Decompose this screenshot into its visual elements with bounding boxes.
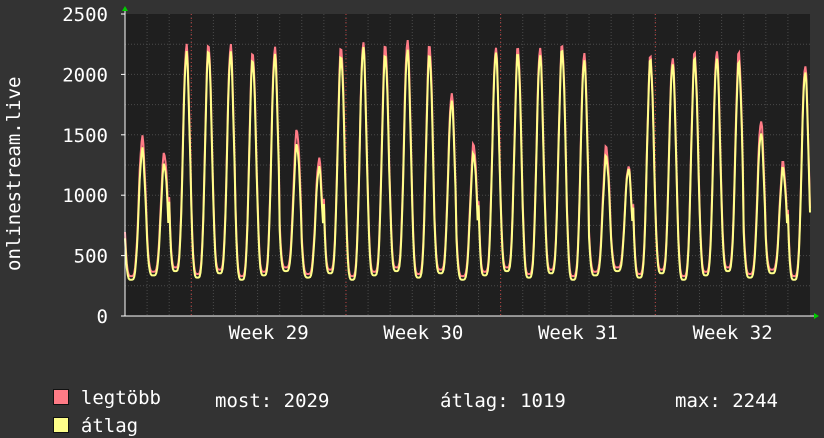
x-axis-arrow bbox=[814, 313, 819, 319]
x-axis-ticks: Week 29 Week 30 Week 31 Week 32 bbox=[229, 322, 773, 344]
y-tick-label: 2000 bbox=[62, 64, 108, 86]
y-tick-label: 1000 bbox=[62, 185, 108, 207]
y-axis-label: onlinestream.live bbox=[3, 77, 25, 271]
x-tick-label: Week 29 bbox=[229, 322, 309, 344]
y-tick-label: 1500 bbox=[62, 125, 108, 147]
stat-average: átlag: 1019 bbox=[440, 390, 566, 412]
legend-swatch-avg bbox=[52, 417, 69, 433]
legend-label-avg: átlag bbox=[80, 415, 139, 437]
y-axis-ticks: 0 500 1000 1500 2000 2500 bbox=[62, 4, 125, 328]
x-tick-label: Week 31 bbox=[538, 322, 618, 344]
x-tick-label: Week 30 bbox=[383, 322, 463, 344]
x-tick-label: Week 32 bbox=[693, 322, 773, 344]
legend-item-avg: átlag bbox=[30, 390, 138, 438]
stat-max: max: 2244 bbox=[675, 390, 778, 412]
chart: 05001000150020002500 Week 29 Week 30 Week … bbox=[3, 4, 819, 344]
y-tick-label: 0 bbox=[97, 306, 108, 328]
y-tick-label: 2500 bbox=[62, 4, 108, 26]
y-tick-label: 500 bbox=[74, 246, 108, 268]
stat-now: most: 2029 bbox=[215, 390, 330, 412]
y-axis-arrow bbox=[122, 6, 128, 11]
